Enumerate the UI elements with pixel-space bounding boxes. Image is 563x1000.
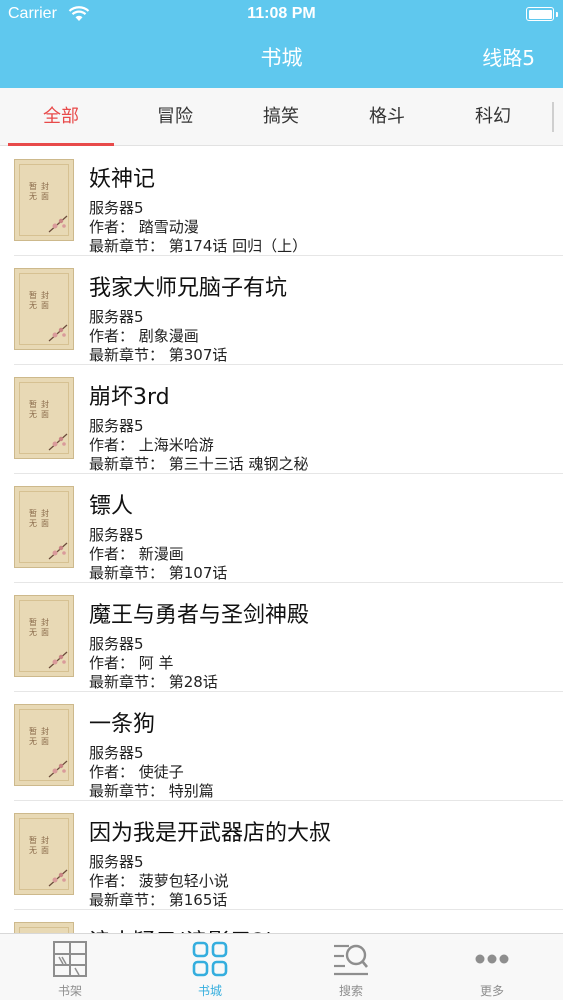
tab-bar-label: 书城 [197, 984, 222, 998]
list-item[interactable]: 暂 无 封 面 崩坏3rd 服务器5 作者： 上海米哈游 最新章节： 第三十三话… [0, 365, 563, 474]
tab-label: 全部 [43, 106, 79, 127]
plum-blossom-icon [48, 215, 68, 233]
comic-title: 浪水疑云(浪影子2) [89, 924, 274, 933]
tab-search[interactable]: 搜索 [281, 934, 421, 1000]
comic-server: 服务器5 [89, 417, 144, 435]
comic-author: 作者： 阿 羊 [89, 654, 174, 672]
more-icon [475, 954, 509, 964]
list-item[interactable]: 浪水疑云(浪影子2) [0, 910, 563, 933]
cover-placeholder: 暂 无 封 面 [14, 704, 74, 786]
tab-more[interactable]: 更多 [422, 934, 562, 1000]
comic-title: 妖神记 [89, 167, 156, 192]
tab-label: 冒险 [157, 106, 193, 127]
comic-author: 作者： 新漫画 [89, 545, 184, 563]
plum-blossom-icon [48, 760, 68, 778]
list-item[interactable]: 暂 无 封 面 妖神记 服务器5 作者： 踏雪动漫 最新章节： 第174话 回归… [0, 147, 563, 256]
comic-server: 服务器5 [89, 199, 144, 217]
tab-label: 格斗 [369, 106, 405, 127]
comic-list[interactable]: 暂 无 封 面 妖神记 服务器5 作者： 踏雪动漫 最新章节： 第174话 回归… [0, 147, 563, 933]
battery-icon [526, 7, 558, 21]
cover-placeholder: 暂 无 封 面 [14, 813, 74, 895]
tabs-scroll-edge [552, 102, 554, 132]
list-item[interactable]: 暂 无 封 面 我家大师兄脑子有坑 服务器5 作者： 剧象漫画 最新章节： 第3… [0, 256, 563, 365]
comic-latest-chapter: 最新章节： 第28话 [89, 673, 218, 691]
comic-latest-chapter: 最新章节： 第307话 [89, 346, 228, 364]
grid-icon [192, 941, 228, 977]
comic-title: 魔王与勇者与圣剑神殿 [89, 603, 310, 628]
cover-placeholder: 暂 无 封 面 [14, 486, 74, 568]
list-item[interactable]: 暂 无 封 面 因为我是开武器店的大叔 服务器5 作者： 菠萝包轻小说 最新章节… [0, 801, 563, 910]
plum-blossom-icon [48, 651, 68, 669]
tab-fighting[interactable]: 格斗 [334, 88, 440, 146]
comic-author: 作者： 菠萝包轻小说 [89, 872, 229, 890]
tab-active-indicator [8, 143, 114, 146]
comic-latest-chapter: 最新章节： 第107话 [89, 564, 228, 582]
plum-blossom-icon [48, 542, 68, 560]
app-header: Carrier 11:08 PM 书城 线路5 [0, 0, 563, 88]
comic-title: 一条狗 [89, 712, 156, 737]
tab-bar-label: 更多 [479, 984, 504, 998]
route-button[interactable]: 线路5 [482, 42, 535, 71]
comic-latest-chapter: 最新章节： 第165话 [89, 891, 228, 909]
bottom-tab-bar: 书架 书城 搜索 更多 [0, 933, 563, 1000]
comic-title: 崩坏3rd [89, 385, 170, 410]
plum-blossom-icon [48, 324, 68, 342]
comic-author: 作者： 上海米哈游 [89, 436, 214, 454]
tab-bookshelf[interactable]: 书架 [0, 934, 140, 1000]
tab-bar-label: 书架 [57, 984, 82, 998]
comic-latest-chapter: 最新章节： 第174话 回归（上） [89, 237, 308, 255]
comic-latest-chapter: 最新章节： 第三十三话 魂钢之秘 [89, 455, 309, 473]
bookshelf-icon [53, 941, 87, 977]
cover-placeholder: 暂 无 封 面 [14, 595, 74, 677]
cover-placeholder [14, 922, 74, 933]
list-item[interactable]: 暂 无 封 面 魔王与勇者与圣剑神殿 服务器5 作者： 阿 羊 最新章节： 第2… [0, 583, 563, 692]
comic-server: 服务器5 [89, 635, 144, 653]
plum-blossom-icon [48, 433, 68, 451]
page-title: 书城 [260, 46, 303, 70]
comic-server: 服务器5 [89, 744, 144, 762]
status-bar: Carrier 11:08 PM [0, 0, 563, 30]
cover-placeholder: 暂 无 封 面 [14, 159, 74, 241]
tab-scifi[interactable]: 科幻 [440, 88, 546, 146]
comic-author: 作者： 使徒子 [89, 763, 184, 781]
tab-bookstore[interactable]: 书城 [140, 934, 280, 1000]
comic-server: 服务器5 [89, 526, 144, 544]
tab-comedy[interactable]: 搞笑 [228, 88, 334, 146]
cover-placeholder: 暂 无 封 面 [14, 268, 74, 350]
comic-author: 作者： 剧象漫画 [89, 327, 199, 345]
tab-label: 科幻 [475, 106, 511, 127]
status-time: 11:08 PM [247, 5, 316, 22]
comic-author: 作者： 踏雪动漫 [89, 218, 199, 236]
plum-blossom-icon [48, 869, 68, 887]
search-icon [334, 944, 369, 976]
comic-title: 因为我是开武器店的大叔 [89, 821, 332, 846]
list-item[interactable]: 暂 无 封 面 镖人 服务器5 作者： 新漫画 最新章节： 第107话 [0, 474, 563, 583]
tab-all[interactable]: 全部 [8, 88, 114, 146]
comic-title: 镖人 [89, 494, 134, 519]
comic-latest-chapter: 最新章节： 特别篇 [89, 782, 214, 800]
comic-server: 服务器5 [89, 308, 144, 326]
list-item[interactable]: 暂 无 封 面 一条狗 服务器5 作者： 使徒子 最新章节： 特别篇 [0, 692, 563, 801]
tab-label: 搞笑 [263, 106, 299, 127]
comic-title: 我家大师兄脑子有坑 [89, 276, 288, 301]
cover-placeholder: 暂 无 封 面 [14, 377, 74, 459]
tab-bar-label: 搜索 [338, 984, 363, 998]
category-tabs: 全部 冒险 搞笑 格斗 科幻 [0, 88, 563, 146]
comic-server: 服务器5 [89, 853, 144, 871]
tab-adventure[interactable]: 冒险 [122, 88, 228, 146]
